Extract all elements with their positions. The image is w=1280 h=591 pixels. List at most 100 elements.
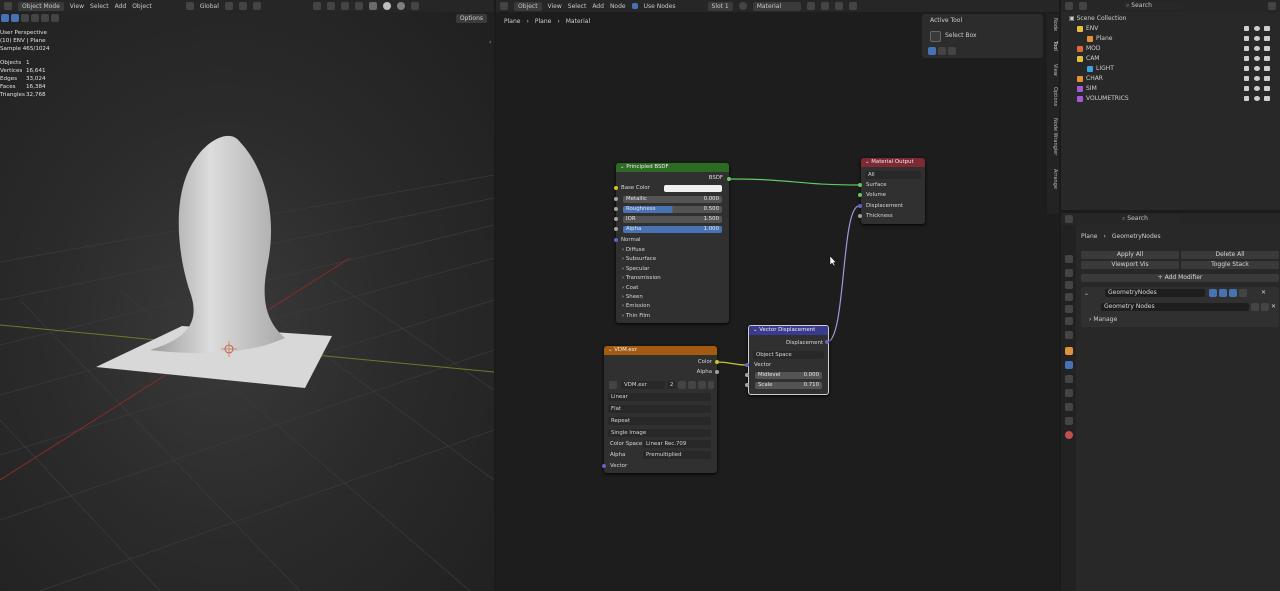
edit-mode-icon[interactable] <box>1209 289 1217 297</box>
world-tab-icon[interactable] <box>1065 317 1073 325</box>
modifier-name-field[interactable]: GeometryNodes <box>1105 289 1205 297</box>
fake-user-icon[interactable] <box>1251 303 1259 311</box>
outliner-row[interactable]: VOLUMETRICS <box>1061 94 1280 104</box>
material-tab-icon[interactable] <box>1065 431 1073 439</box>
alpha-mode-dropdown[interactable]: Premultiplied <box>643 451 711 459</box>
duplicate-icon[interactable] <box>1261 303 1269 311</box>
unlink-icon[interactable] <box>708 381 714 389</box>
image-texture-node[interactable]: ⌄ VDM.exr Color Alpha VDM.exr 2 Linear F… <box>604 346 717 473</box>
editor-type-icon[interactable] <box>1065 215 1073 223</box>
render-camera-icon[interactable] <box>1264 76 1270 81</box>
delete-all-button[interactable]: Delete All <box>1181 251 1279 259</box>
alpha-socket[interactable] <box>614 227 618 231</box>
scene-collection-row[interactable]: ▣ Scene Collection <box>1061 14 1280 24</box>
outliner[interactable]: ⌕ Search ▣ Scene Collection ENV Plane MOD C… <box>1061 0 1280 210</box>
outliner-row[interactable]: CHAR <box>1061 74 1280 84</box>
scene-tab-icon[interactable] <box>1065 305 1073 313</box>
displacement-socket[interactable] <box>858 204 862 208</box>
exclude-checkbox[interactable] <box>1244 56 1249 61</box>
color-space-dropdown[interactable]: Linear Rec.709 <box>643 440 711 448</box>
outliner-row[interactable]: SIM <box>1061 84 1280 94</box>
principled-bsdf-node[interactable]: ⌄ Principled BSDF BSDF Base Color Metall… <box>616 163 729 323</box>
outliner-row[interactable]: ENV <box>1061 24 1280 34</box>
extension-dropdown[interactable]: Repeat <box>608 417 711 425</box>
alpha-field[interactable]: Alpha 1.000 <box>623 226 722 233</box>
view-layer-tab-icon[interactable] <box>1065 293 1073 301</box>
panel-subsurface[interactable]: › Subsurface <box>622 256 656 262</box>
image-name-field[interactable]: VDM.exr <box>621 381 665 389</box>
exclude-checkbox[interactable] <box>1244 46 1249 51</box>
source-dropdown[interactable]: Single Image <box>608 429 711 437</box>
exclude-checkbox[interactable] <box>1244 66 1249 71</box>
vector-displacement-node[interactable]: ⌄ Vector Displacement Displacement Objec… <box>748 325 829 395</box>
filter-icon[interactable] <box>1268 2 1276 10</box>
3d-viewport[interactable]: Object Mode View Select Add Object Globa… <box>0 0 494 591</box>
vd-scale-socket[interactable] <box>745 383 749 387</box>
eye-icon[interactable] <box>1254 76 1260 81</box>
roughness-socket[interactable] <box>614 207 618 211</box>
remove-modifier-icon[interactable]: ✕ <box>1261 289 1266 296</box>
unlink-icon[interactable]: ✕ <box>1271 303 1276 310</box>
alpha-output-socket[interactable] <box>715 370 719 374</box>
data-tab-icon[interactable] <box>1065 417 1073 425</box>
node-header[interactable]: ⌄ Material Output <box>861 158 925 167</box>
object-tab-icon[interactable] <box>1065 347 1073 355</box>
particles-tab-icon[interactable] <box>1065 375 1073 383</box>
eye-icon[interactable] <box>1254 86 1260 91</box>
search-input[interactable]: ⌕ Search <box>1123 2 1183 10</box>
properties-search-input[interactable]: ⌕ Search <box>1119 215 1179 223</box>
panel-sheen[interactable]: › Sheen <box>622 294 643 300</box>
eye-icon[interactable] <box>1254 36 1260 41</box>
modifier-tab-icon[interactable] <box>1065 361 1073 369</box>
metallic-socket[interactable] <box>614 197 618 201</box>
display-mode-icon[interactable] <box>1079 2 1087 10</box>
midlevel-field[interactable]: Midlevel 0.000 <box>755 372 822 379</box>
outliner-row[interactable]: LIGHT <box>1061 64 1280 74</box>
space-dropdown[interactable]: Object Space <box>753 351 824 359</box>
fake-user-icon[interactable] <box>678 381 686 389</box>
duplicate-icon[interactable] <box>688 381 696 389</box>
apply-all-button[interactable]: Apply All <box>1081 251 1179 259</box>
panel-specular[interactable]: › Specular <box>622 266 649 272</box>
vd-midlevel-socket[interactable] <box>745 373 749 377</box>
render-camera-icon[interactable] <box>1264 36 1270 41</box>
base-color-socket[interactable] <box>614 186 618 190</box>
properties-editor[interactable]: ⌕ Search Plane › GeometryNodes Apply All… <box>1061 213 1280 591</box>
node-group-field[interactable]: Geometry Nodes <box>1101 303 1249 311</box>
panel-transmission[interactable]: › Transmission <box>622 275 661 281</box>
collapse-chevron-icon[interactable]: ⌄ <box>1084 290 1089 297</box>
target-dropdown[interactable]: All <box>865 171 921 179</box>
output-tab-icon[interactable] <box>1065 281 1073 289</box>
folder-icon[interactable] <box>698 381 706 389</box>
render-camera-icon[interactable] <box>1264 66 1270 71</box>
vector-input-socket[interactable] <box>602 464 606 468</box>
viewport-vis-button[interactable]: Viewport Vis <box>1081 261 1179 269</box>
render-camera-icon[interactable] <box>1264 86 1270 91</box>
manage-panel[interactable]: › Manage <box>1089 316 1117 323</box>
metallic-field[interactable]: Metallic 0.000 <box>623 196 722 203</box>
eye-icon[interactable] <box>1254 26 1260 31</box>
surface-socket[interactable] <box>858 183 862 187</box>
modifier-dropdown-icon[interactable] <box>1239 289 1247 297</box>
vd-vector-socket[interactable] <box>745 363 749 367</box>
volume-socket[interactable] <box>858 193 862 197</box>
render-camera-icon[interactable] <box>1264 96 1270 101</box>
exclude-checkbox[interactable] <box>1244 86 1249 91</box>
node-header[interactable]: ⌄ Vector Displacement <box>749 326 828 335</box>
render-camera-icon[interactable] <box>1264 46 1270 51</box>
bsdf-output-socket[interactable] <box>727 177 731 181</box>
eye-icon[interactable] <box>1254 96 1260 101</box>
exclude-checkbox[interactable] <box>1244 36 1249 41</box>
material-output-node[interactable]: ⌄ Material Output All Surface Volume Dis… <box>861 158 925 224</box>
color-output-socket[interactable] <box>715 360 719 364</box>
render-camera-icon[interactable] <box>1264 56 1270 61</box>
viewport-display-icon[interactable] <box>1219 289 1227 297</box>
normal-socket[interactable] <box>614 238 618 242</box>
projection-dropdown[interactable]: Flat <box>608 405 711 413</box>
eye-icon[interactable] <box>1254 56 1260 61</box>
shader-node-editor[interactable]: Object View Select Add Node Use Nodes Sl… <box>496 0 1059 591</box>
outliner-row[interactable]: Plane <box>1061 34 1280 44</box>
interpolation-dropdown[interactable]: Linear <box>608 393 711 401</box>
ior-field[interactable]: IOR 1.500 <box>623 216 722 223</box>
physics-tab-icon[interactable] <box>1065 389 1073 397</box>
